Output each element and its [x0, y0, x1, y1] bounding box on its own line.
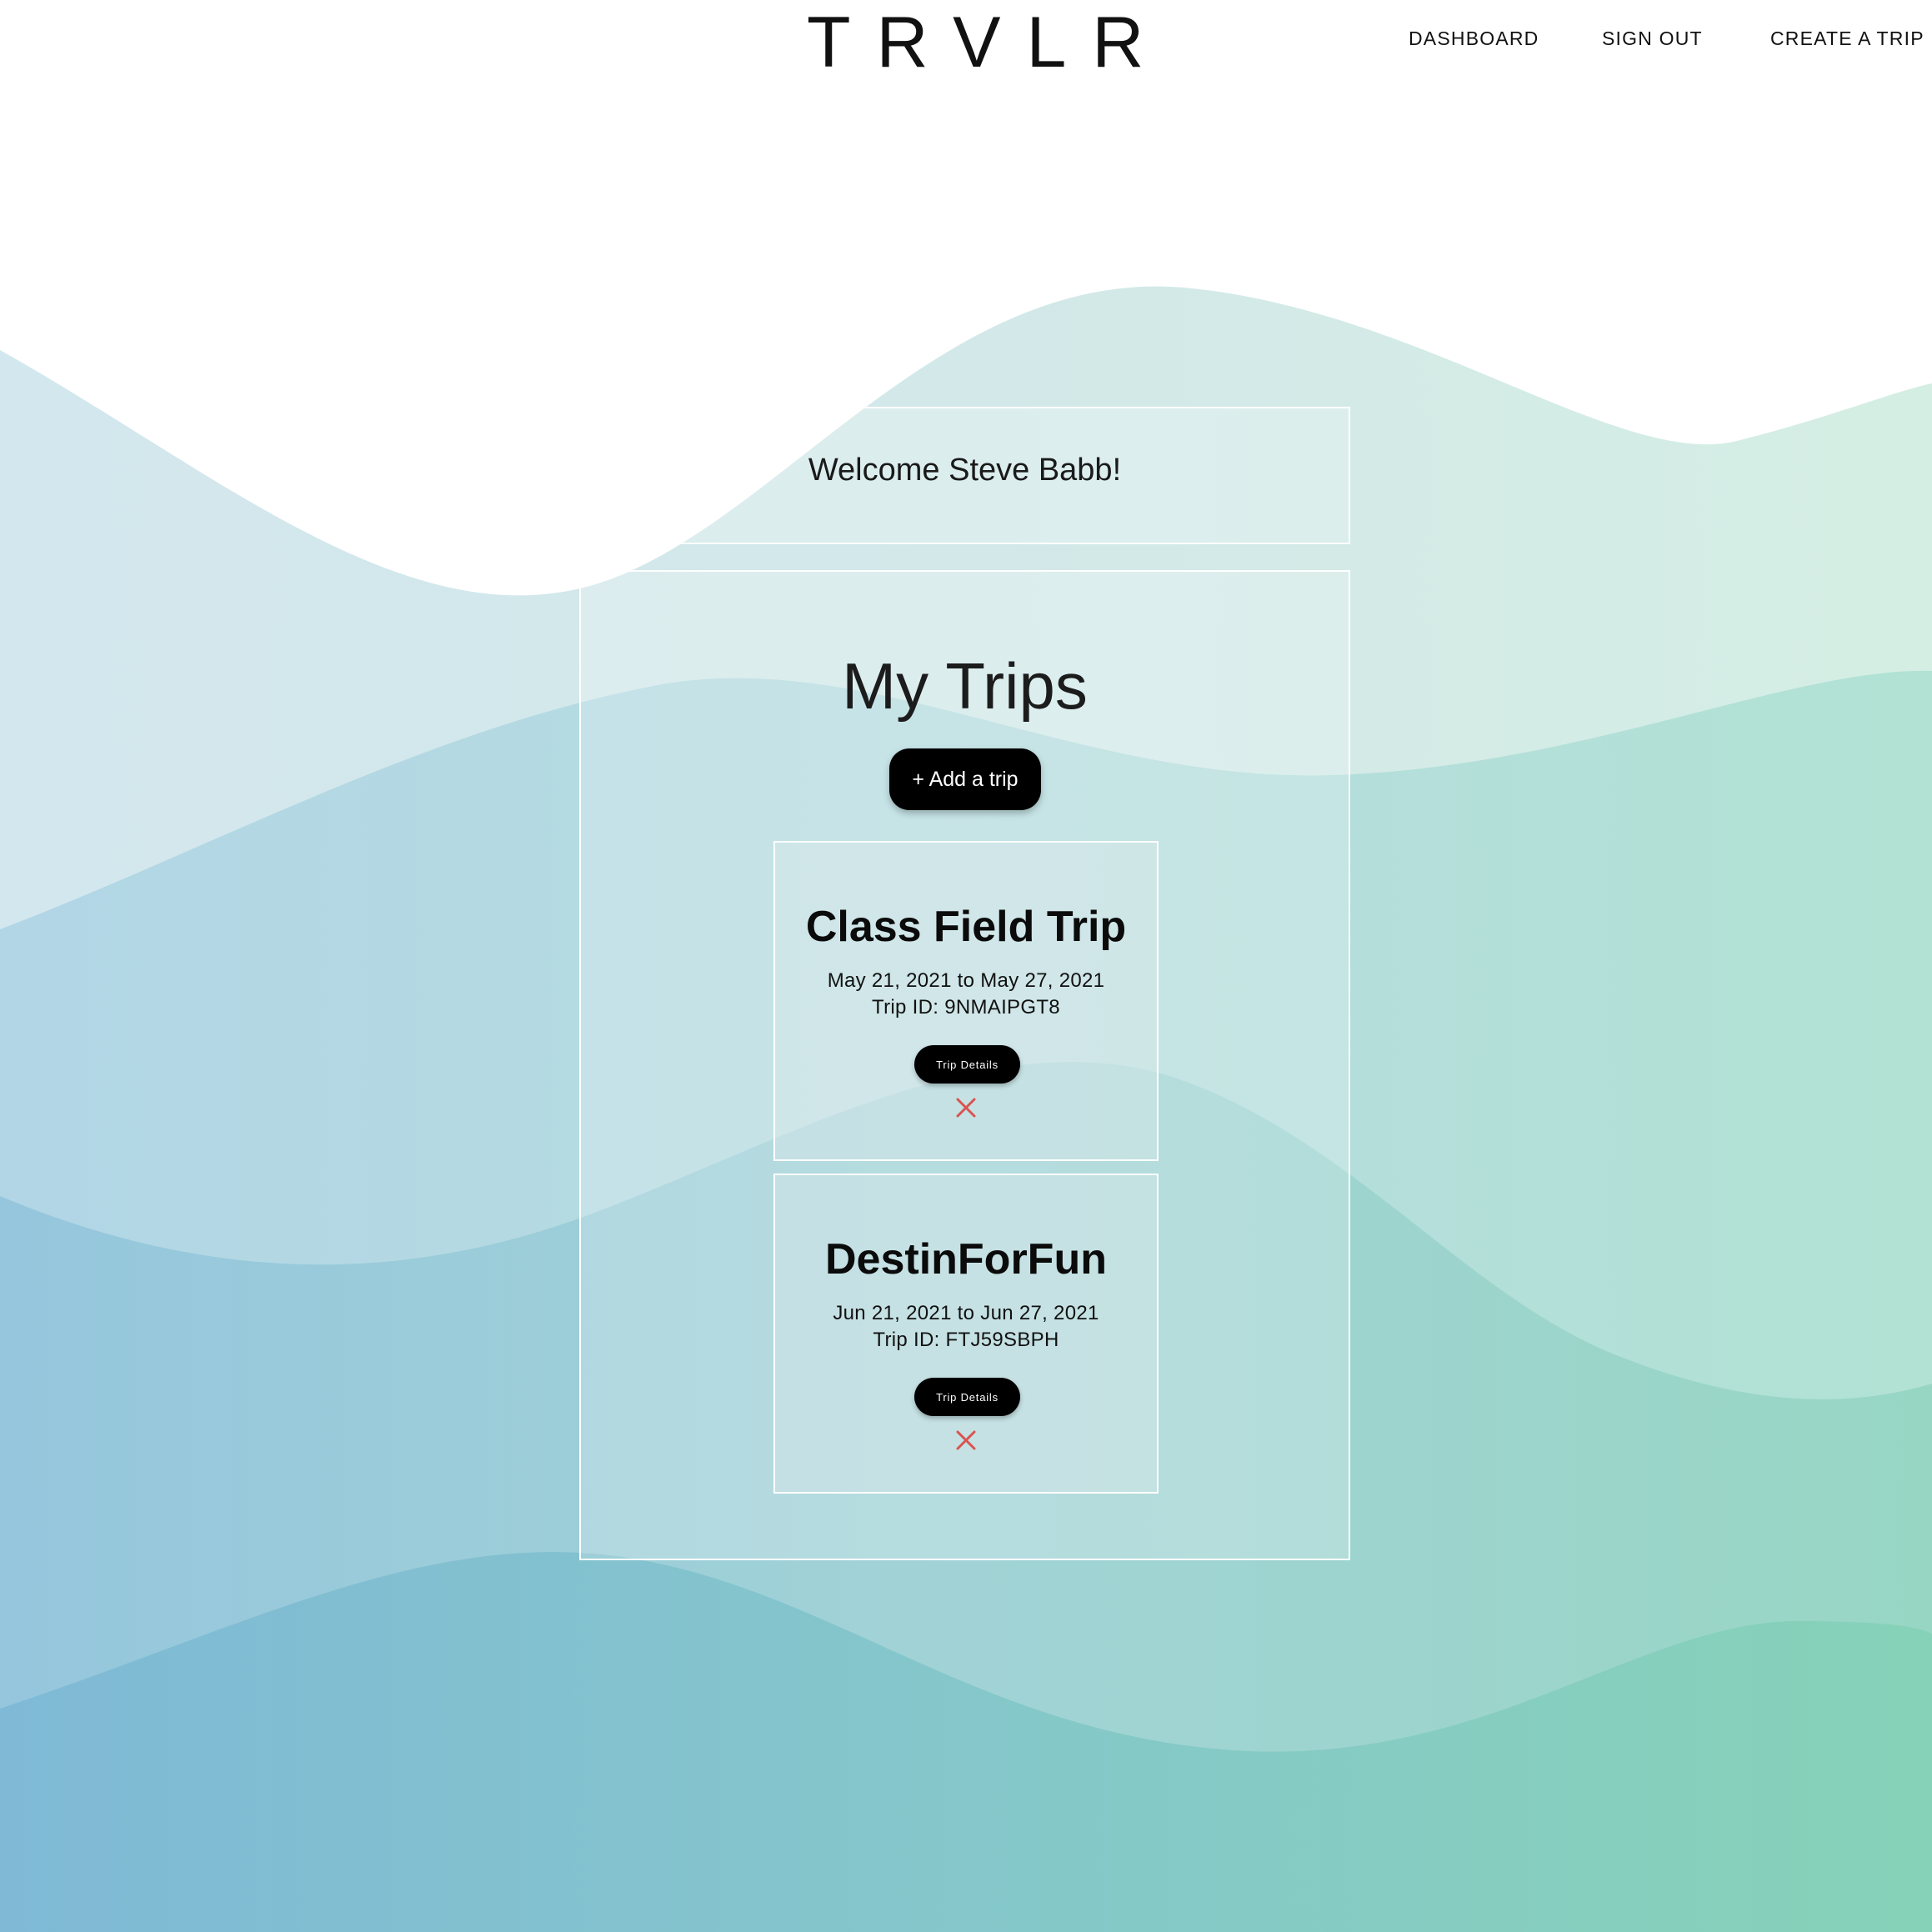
- add-trip-button[interactable]: + Add a trip: [889, 748, 1041, 810]
- nav-create-trip-link[interactable]: CREATE A TRIP: [1770, 25, 1924, 52]
- trip-card: DestinForFun Jun 21, 2021 to Jun 27, 202…: [773, 1174, 1159, 1494]
- trip-id: Trip ID: 9NMAIPGT8: [872, 996, 1060, 1019]
- close-icon[interactable]: [954, 1096, 978, 1119]
- close-icon[interactable]: [954, 1429, 978, 1452]
- trip-name: DestinForFun: [825, 1235, 1107, 1284]
- trip-card: Class Field Trip May 21, 2021 to May 27,…: [773, 841, 1159, 1161]
- app-logo[interactable]: TRVLR: [807, 5, 1169, 80]
- trip-name: Class Field Trip: [805, 903, 1127, 951]
- nav-sign-out-link[interactable]: SIGN OUT: [1602, 25, 1703, 52]
- trip-id: Trip ID: FTJ59SBPH: [873, 1329, 1059, 1351]
- welcome-message: Welcome Steve Babb!: [808, 453, 1122, 488]
- trip-details-button[interactable]: Trip Details: [914, 1378, 1020, 1416]
- welcome-panel: Welcome Steve Babb!: [579, 407, 1350, 544]
- trip-dates: May 21, 2021 to May 27, 2021: [827, 969, 1105, 992]
- trip-details-button[interactable]: Trip Details: [914, 1045, 1020, 1084]
- nav-dashboard-link[interactable]: DASHBOARD: [1409, 25, 1539, 52]
- top-navigation: TRVLR DASHBOARD SIGN OUT CREATE A TRIP: [0, 0, 1932, 92]
- my-trips-panel: My Trips + Add a trip Class Field Trip M…: [579, 570, 1350, 1560]
- my-trips-title: My Trips: [842, 649, 1088, 723]
- trip-dates: Jun 21, 2021 to Jun 27, 2021: [833, 1302, 1099, 1324]
